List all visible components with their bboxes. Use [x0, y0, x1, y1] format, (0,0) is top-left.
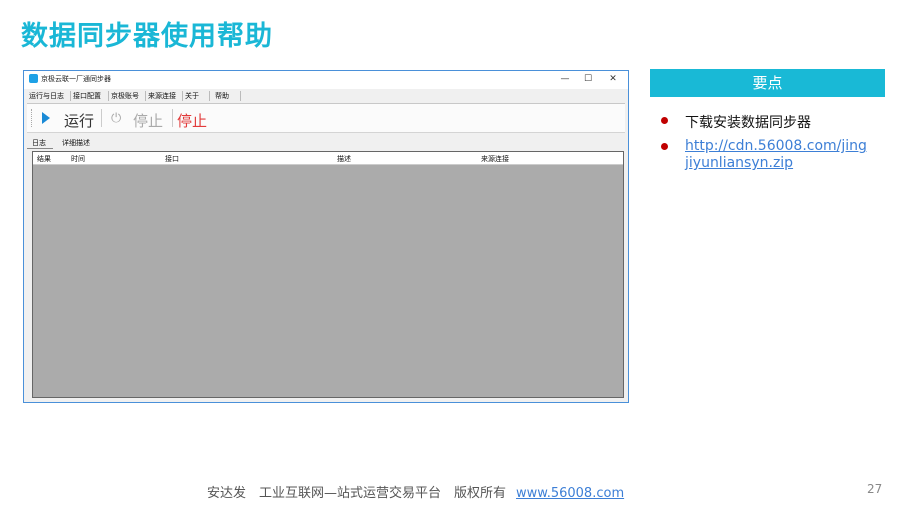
- play-icon[interactable]: [42, 112, 50, 124]
- toolbar-divider: [101, 109, 102, 127]
- footer-website-link[interactable]: www.56008.com: [516, 486, 624, 501]
- menu-divider: [145, 91, 146, 101]
- toolbar-divider: [172, 109, 173, 127]
- log-tabs: 日志 详细描述: [27, 137, 625, 149]
- active-tab-indicator: [27, 148, 53, 149]
- menu-divider: [240, 91, 241, 101]
- menu-account[interactable]: 京极账号: [111, 91, 139, 101]
- stop-button[interactable]: 停止: [177, 110, 207, 131]
- menu-bar: 运行与日志 接口配置 京极账号 来源连接 关于 帮助: [27, 89, 625, 104]
- menu-interface-config[interactable]: 接口配置: [73, 91, 101, 101]
- column-source-connection[interactable]: 来源连接: [481, 154, 509, 164]
- window-title: 京极云联一厂通同步器: [41, 75, 111, 83]
- menu-divider: [182, 91, 183, 101]
- bullet-icon: [661, 117, 668, 124]
- window-titlebar: 京极云联一厂通同步器 — ☐ ✕: [24, 71, 628, 89]
- key-point-download: 下载安装数据同步器: [685, 115, 811, 131]
- tab-detail[interactable]: 详细描述: [62, 138, 90, 148]
- menu-divider: [70, 91, 71, 101]
- maximize-button[interactable]: ☐: [577, 72, 599, 87]
- column-time[interactable]: 时间: [71, 154, 85, 164]
- menu-divider: [209, 91, 210, 101]
- column-interface[interactable]: 接口: [165, 154, 179, 164]
- menu-source-connection[interactable]: 来源连接: [148, 91, 176, 101]
- key-points-header: 要点: [650, 69, 885, 97]
- menu-help[interactable]: 帮助: [215, 91, 229, 101]
- bullet-icon: [661, 143, 668, 150]
- minimize-button[interactable]: —: [554, 72, 576, 87]
- download-link[interactable]: http://cdn.56008.com/jingjiyunliansyn.zi…: [685, 138, 870, 172]
- run-button[interactable]: 运行: [64, 110, 94, 131]
- footer-copyright: 安达发 工业互联网—站式运营交易平台 版权所有: [207, 486, 507, 501]
- menu-divider: [108, 91, 109, 101]
- stop-button-disabled: 停止: [133, 112, 164, 130]
- power-icon: ⏻: [111, 111, 122, 126]
- tab-log[interactable]: 日志: [32, 138, 46, 148]
- log-grid[interactable]: 结果 时间 接口 描述 来源连接: [32, 151, 624, 398]
- footer: 安达发 工业互联网—站式运营交易平台 版权所有 www.56008.com: [207, 482, 624, 501]
- toolbar: 运行 ⏻ 停止 停止: [27, 104, 625, 133]
- app-icon: [29, 74, 38, 83]
- menu-run-log[interactable]: 运行与日志: [29, 91, 64, 101]
- close-button[interactable]: ✕: [602, 72, 624, 87]
- menu-about[interactable]: 关于: [185, 91, 199, 101]
- sync-app-window: 京极云联一厂通同步器 — ☐ ✕ 运行与日志 接口配置 京极账号 来源连接 关于…: [23, 70, 629, 403]
- slide-title: 数据同步器使用帮助: [21, 21, 273, 52]
- column-description[interactable]: 描述: [337, 154, 351, 164]
- toolbar-grip[interactable]: [31, 109, 34, 127]
- column-result[interactable]: 结果: [37, 154, 51, 164]
- grid-header: 结果 时间 接口 描述 来源连接: [33, 152, 623, 165]
- page-number: 27: [867, 482, 883, 496]
